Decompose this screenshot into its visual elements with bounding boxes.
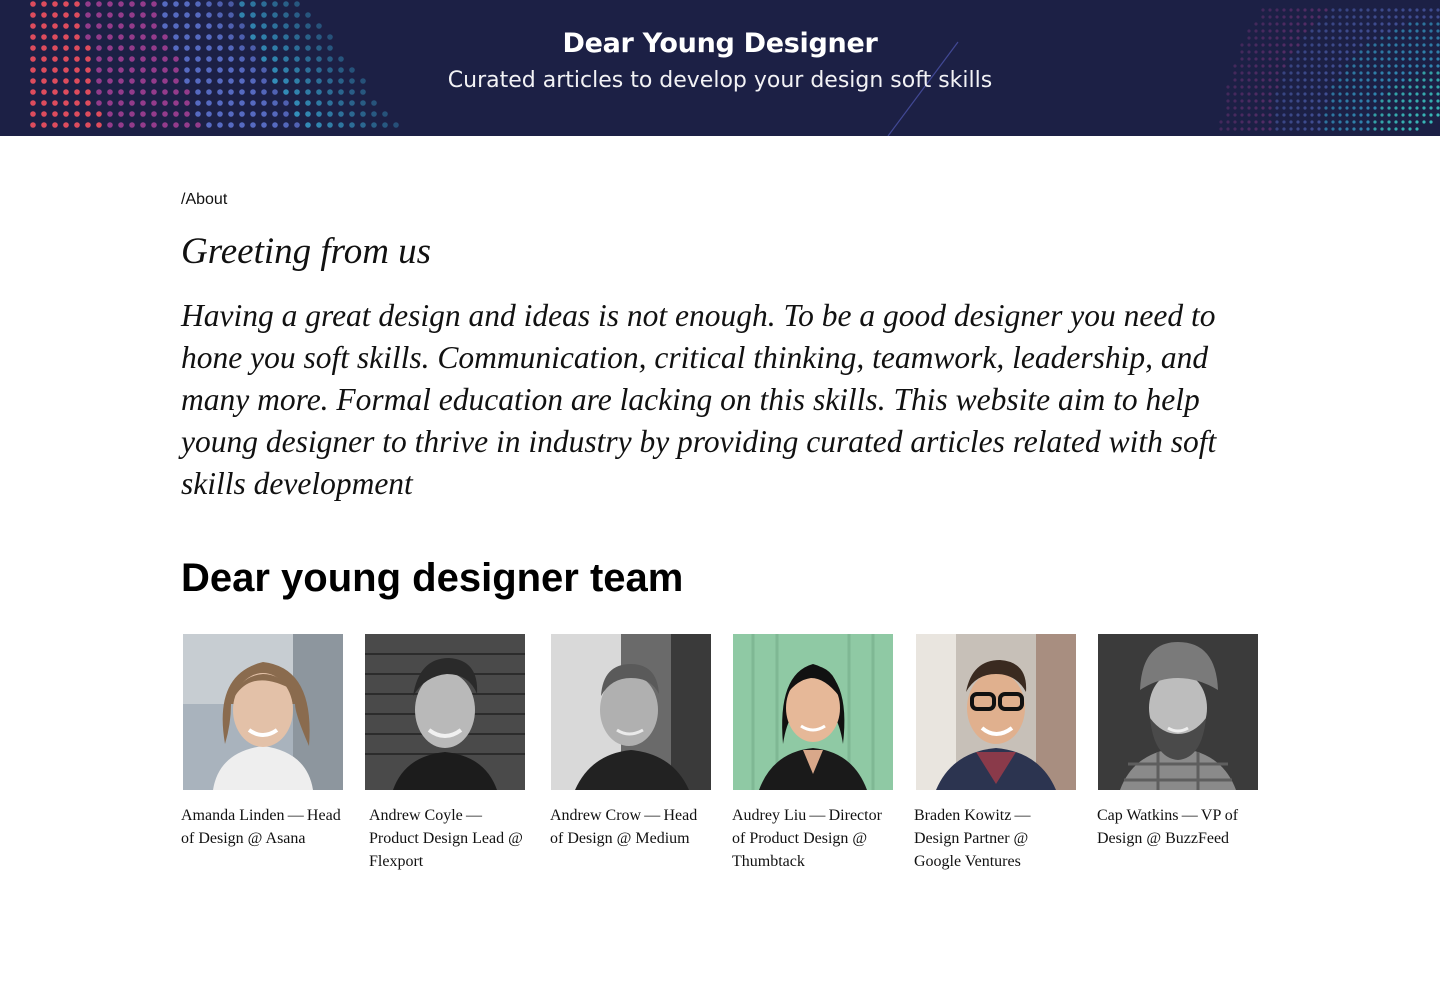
team-member-photo[interactable] bbox=[916, 634, 1076, 790]
team-member-caption: Braden Kowitz — Design Partner @ Google … bbox=[914, 807, 1034, 870]
breadcrumb[interactable]: /About bbox=[181, 191, 1261, 209]
team-member-photo[interactable] bbox=[733, 634, 893, 790]
site-subtitle: Curated articles to develop your design … bbox=[447, 68, 993, 93]
team-heading: Dear young designer team bbox=[181, 556, 684, 600]
team-member-caption: Audrey Liu — Director of Product Design … bbox=[732, 807, 882, 870]
team-member-photo[interactable] bbox=[365, 634, 525, 790]
about-content: /About Greeting from us Having a great d… bbox=[181, 136, 1261, 604]
site-banner: Dear Young Designer Curated articles to … bbox=[0, 0, 1440, 136]
team-member-caption: Cap Watkins — VP of Design @ BuzzFeed bbox=[1097, 807, 1239, 847]
team-member-photo[interactable] bbox=[551, 634, 711, 790]
team-member-caption: Amanda Linden — Head of Design @ Asana bbox=[181, 807, 341, 847]
greeting-heading: Greeting from us bbox=[181, 231, 432, 272]
intro-paragraph: Having a great design and ideas is not e… bbox=[181, 298, 1217, 501]
team-member-photo[interactable] bbox=[183, 634, 343, 790]
team-member-caption: Andrew Crow — Head of Design @ Medium bbox=[550, 807, 698, 847]
team-member-caption: Andrew Coyle — Product Design Lead @ Fle… bbox=[369, 807, 523, 870]
team-member-photo[interactable] bbox=[1098, 634, 1258, 790]
team-grid: Amanda Linden — Head of Design @ Asana A… bbox=[0, 634, 1440, 894]
site-title[interactable]: Dear Young Designer bbox=[0, 28, 1440, 59]
